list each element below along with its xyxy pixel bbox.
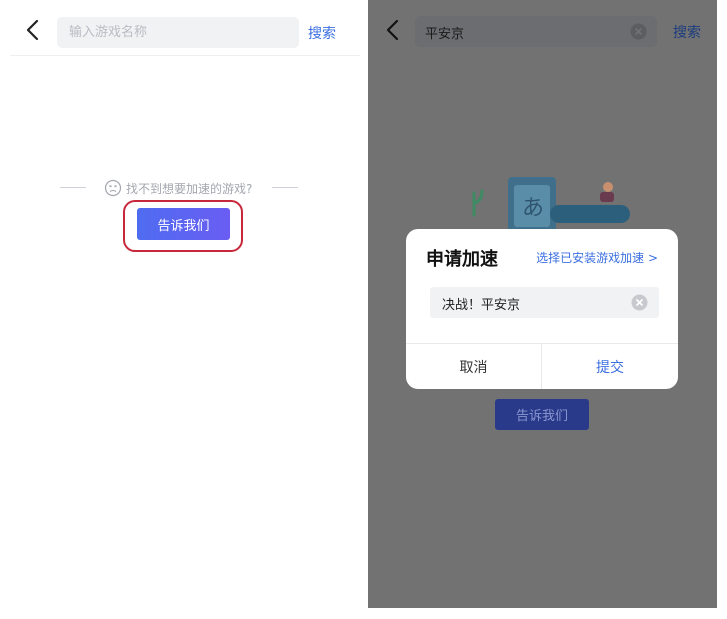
tell-us-button[interactable]: 告诉我们 — [137, 208, 230, 240]
search-field[interactable] — [57, 17, 299, 48]
back-arrow-icon[interactable] — [382, 18, 406, 42]
top-bar: 搜索 — [0, 0, 367, 56]
game-name-input-value[interactable]: 决战！平安京 — [442, 294, 520, 313]
svg-text:あ: あ — [522, 196, 544, 221]
dialog-title: 申请加速 — [426, 249, 498, 270]
search-button[interactable]: 搜索 — [308, 23, 336, 43]
select-installed-game-link[interactable]: 选择已安装游戏加速 > — [536, 249, 658, 266]
search-screen-empty: 搜索 找不到想要加速的游戏? 告诉我们 — [0, 0, 367, 610]
divider-right — [272, 187, 298, 188]
search-button[interactable]: 搜索 — [673, 22, 701, 42]
search-screen-dialog: 平安京 搜索 あ 告诉我们 申请加速 选择已安装游戏加速 > 决战！平安京 取消… — [368, 0, 717, 608]
empty-state-text: 找不到想要加速的游戏? — [126, 182, 253, 196]
clear-icon[interactable] — [630, 23, 647, 40]
sad-face-icon — [104, 179, 122, 197]
search-field[interactable]: 平安京 — [415, 16, 657, 47]
tell-us-button-background: 告诉我们 — [495, 399, 589, 430]
header-divider — [10, 55, 360, 56]
game-name-field[interactable]: 决战！平安京 — [430, 287, 659, 318]
empty-state-message: 找不到想要加速的游戏? — [60, 178, 306, 198]
top-bar: 平安京 搜索 — [368, 0, 717, 56]
submit-button[interactable]: 提交 — [542, 344, 678, 389]
search-input-value[interactable]: 平安京 — [425, 23, 464, 42]
search-input[interactable] — [57, 17, 289, 48]
clear-icon[interactable] — [631, 294, 648, 311]
cancel-button[interactable]: 取消 — [406, 344, 541, 389]
divider-left — [60, 187, 86, 188]
back-arrow-icon[interactable] — [22, 18, 46, 42]
request-acceleration-dialog: 申请加速 选择已安装游戏加速 > 决战！平安京 取消 提交 — [406, 229, 678, 389]
